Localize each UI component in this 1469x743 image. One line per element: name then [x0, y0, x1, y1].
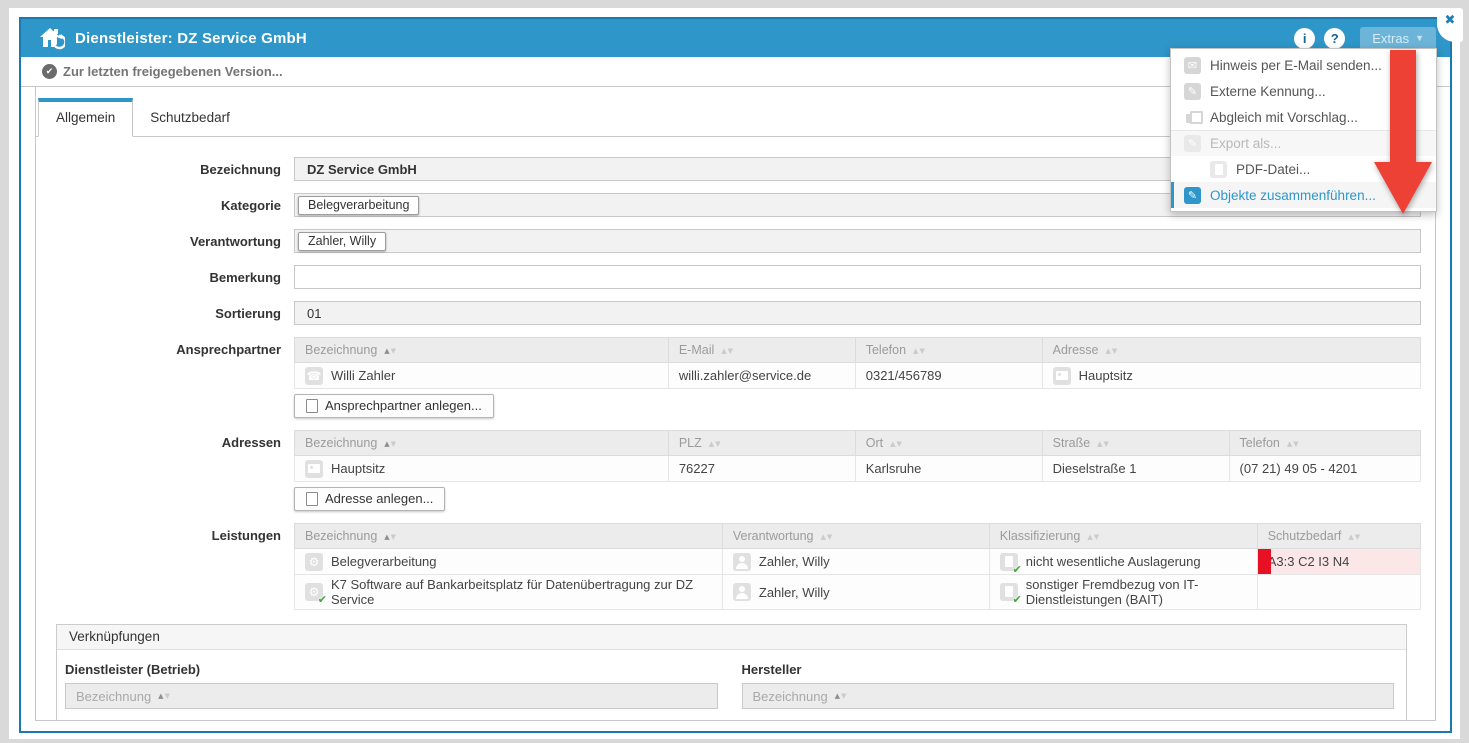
mail-icon: ✉ — [1184, 57, 1201, 74]
copy-icon — [1184, 109, 1201, 126]
adressen-table: Bezeichnung▲▼ PLZ▲▼ Ort▲▼ Straße▲▼ Telef… — [294, 430, 1421, 482]
tab-allgemein[interactable]: Allgemein — [38, 98, 133, 137]
sort-icons: ▲▼ — [820, 533, 833, 541]
sort-icons: ▲▼ — [913, 347, 926, 355]
sort-icons: ▲▼ — [835, 692, 848, 700]
person-icon — [733, 553, 751, 571]
check-circle-icon: ✔ — [42, 64, 57, 79]
sort-icons: ▲▼ — [1106, 347, 1119, 355]
ansprechpartner-label: Ansprechpartner — [36, 337, 294, 418]
pdf-icon — [1210, 161, 1227, 178]
verantwortung-chip[interactable]: Zahler, Willy — [298, 232, 386, 251]
sort-icons: ▲▼ — [1348, 533, 1361, 541]
column-header[interactable]: Ort▲▼ — [855, 431, 1042, 456]
verantwortung-label: Verantwortung — [36, 229, 294, 253]
column-header[interactable]: Schutzbedarf▲▼ — [1257, 524, 1420, 549]
extras-button-label: Extras — [1372, 31, 1409, 46]
table-row[interactable]: ☎Willi Zahler willi.zahler@service.de 03… — [295, 363, 1421, 389]
red-annotation-arrow — [1372, 50, 1434, 218]
ansprechpartner-anlegen-button[interactable]: Ansprechpartner anlegen... — [294, 394, 494, 418]
person-icon — [733, 583, 751, 601]
bezeichnung-label: Bezeichnung — [36, 157, 294, 181]
column-header[interactable]: Bezeichnung▲▼ — [295, 524, 723, 549]
sort-icons: ▲▼ — [384, 440, 397, 448]
schutzbedarf-cell: A3:3 C2 I3 N4 — [1257, 549, 1420, 575]
hersteller-group: Hersteller Bezeichnung ▲▼ — [742, 662, 1395, 709]
leistungen-table: Bezeichnung▲▼ Verantwortung▲▼ Klassifizi… — [294, 523, 1421, 610]
sort-icons: ▲▼ — [1097, 440, 1110, 448]
contact-phone-icon: ☎ — [305, 367, 323, 385]
sort-icons: ▲▼ — [1287, 440, 1300, 448]
address-icon — [1053, 367, 1071, 385]
verantwortung-field[interactable]: Zahler, Willy — [294, 229, 1421, 253]
dienstleister-home-icon — [39, 26, 65, 50]
dienstleister-betrieb-label: Dienstleister (Betrieb) — [65, 662, 718, 677]
dienstleister-betrieb-group: Dienstleister (Betrieb) Bezeichnung ▲▼ — [65, 662, 718, 709]
sort-icons: ▲▼ — [1087, 533, 1100, 541]
sortierung-label: Sortierung — [36, 301, 294, 325]
merge-edit-icon: ✎ — [1184, 187, 1201, 204]
sort-icons: ▲▼ — [709, 440, 722, 448]
bemerkung-field[interactable] — [294, 265, 1421, 289]
table-row[interactable]: Hauptsitz 76227 Karlsruhe Dieselstraße 1… — [295, 456, 1421, 482]
info-icon[interactable]: i — [1294, 28, 1315, 49]
bemerkung-label: Bemerkung — [36, 265, 294, 289]
column-header[interactable]: E-Mail▲▼ — [668, 338, 855, 363]
classification-doc-icon: ✔ — [1000, 583, 1018, 601]
table-row[interactable]: ⚙✔K7 Software auf Bankarbeitsplatz für D… — [295, 575, 1421, 610]
column-header[interactable]: Telefon▲▼ — [1229, 431, 1420, 456]
sort-icons: ▲▼ — [158, 692, 171, 700]
leistungen-section: Leistungen Bezeichnung▲▼ Verantwortung▲▼… — [36, 523, 1421, 610]
column-header[interactable]: Bezeichnung▲▼ — [295, 338, 669, 363]
table-row[interactable]: ⚙Belegverarbeitung Zahler, Willy ✔nicht … — [295, 549, 1421, 575]
sort-icons: ▲▼ — [721, 347, 734, 355]
column-header: Bezeichnung ▲▼ — [742, 683, 1395, 709]
bemerkung-row: Bemerkung — [36, 265, 1421, 289]
verantwortung-row: Verantwortung Zahler, Willy — [36, 229, 1421, 253]
column-header[interactable]: Straße▲▼ — [1042, 431, 1229, 456]
check-icon: ✔ — [1013, 593, 1022, 606]
adresse-anlegen-button[interactable]: Adresse anlegen... — [294, 487, 445, 511]
sort-icons: ▲▼ — [384, 533, 397, 541]
sort-icons: ▲▼ — [384, 347, 397, 355]
address-icon — [305, 460, 323, 478]
column-header: Bezeichnung ▲▼ — [65, 683, 718, 709]
verknuepfungen-section: Verknüpfungen Dienstleister (Betrieb) Be… — [56, 624, 1407, 721]
column-header[interactable]: Bezeichnung▲▼ — [295, 431, 669, 456]
leistungen-label: Leistungen — [36, 523, 294, 610]
column-header[interactable]: Telefon▲▼ — [855, 338, 1042, 363]
hersteller-label: Hersteller — [742, 662, 1395, 677]
column-header[interactable]: Adresse▲▼ — [1042, 338, 1420, 363]
check-icon: ✔ — [318, 593, 327, 606]
extras-button[interactable]: Extras ▼ — [1360, 27, 1436, 50]
last-released-version-label: Zur letzten freigegebenen Version... — [63, 64, 283, 79]
ansprechpartner-table: Bezeichnung▲▼ E-Mail▲▼ Telefon▲▼ Adresse… — [294, 337, 1421, 389]
kategorie-chip[interactable]: Belegverarbeitung — [298, 196, 419, 215]
last-released-version-link[interactable]: ✔ Zur letzten freigegebenen Version... — [42, 64, 283, 79]
export-icon: ✎ — [1184, 135, 1201, 152]
kategorie-label: Kategorie — [36, 193, 294, 217]
gear-icon: ⚙ — [305, 553, 323, 571]
tab-schutzbedarf[interactable]: Schutzbedarf — [133, 100, 247, 136]
sortierung-row: Sortierung 01 — [36, 301, 1421, 325]
sort-icons: ▲▼ — [890, 440, 903, 448]
chevron-down-icon: ▼ — [1415, 33, 1424, 43]
gear-icon: ⚙✔ — [305, 583, 323, 601]
adressen-section: Adressen Bezeichnung▲▼ PLZ▲▼ Ort▲▼ Straß… — [36, 430, 1421, 511]
edit-icon: ✎ — [1184, 83, 1201, 100]
verknuepfungen-title: Verknüpfungen — [57, 625, 1406, 650]
column-header[interactable]: Klassifizierung▲▼ — [989, 524, 1257, 549]
new-document-icon — [306, 399, 318, 413]
adressen-label: Adressen — [36, 430, 294, 511]
classification-doc-icon: ✔ — [1000, 553, 1018, 571]
new-document-icon — [306, 492, 318, 506]
column-header[interactable]: PLZ▲▼ — [668, 431, 855, 456]
column-header[interactable]: Verantwortung▲▼ — [722, 524, 989, 549]
help-icon[interactable]: ? — [1324, 28, 1345, 49]
check-icon: ✔ — [1013, 563, 1022, 576]
page-title: Dienstleister: DZ Service GmbH — [75, 30, 307, 47]
sortierung-field[interactable]: 01 — [294, 301, 1421, 325]
ansprechpartner-section: Ansprechpartner Bezeichnung▲▼ E-Mail▲▼ T… — [36, 337, 1421, 418]
